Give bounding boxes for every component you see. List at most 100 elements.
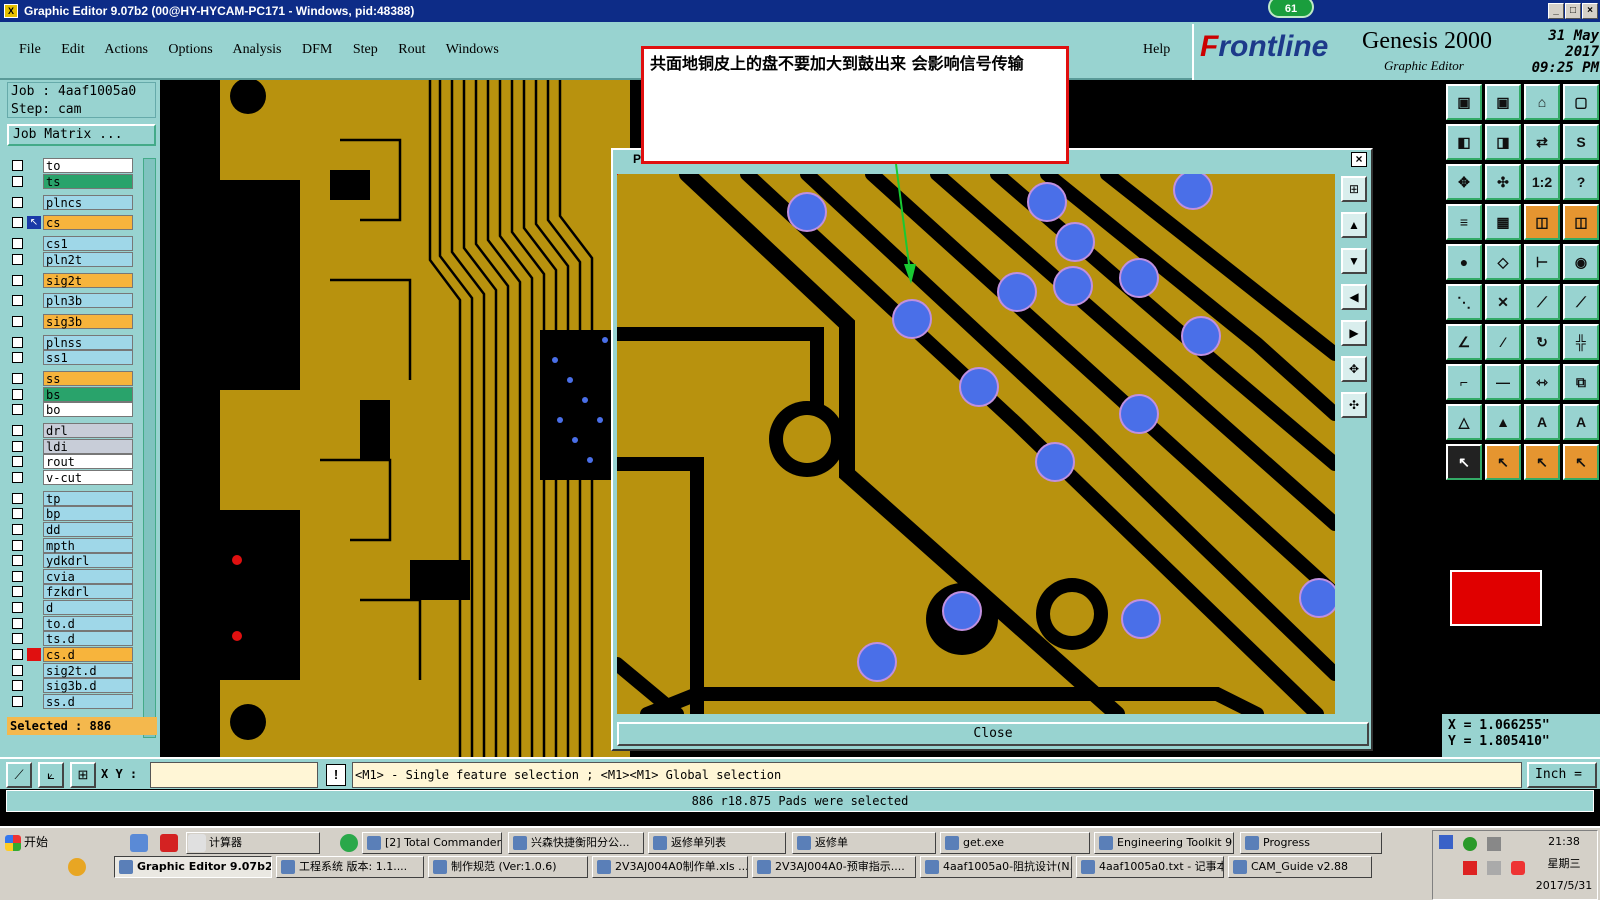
- layer-map-icon[interactable]: ◫: [1524, 204, 1560, 240]
- node-edit-icon[interactable]: ⋱: [1446, 284, 1482, 320]
- layer-row[interactable]: ts.d: [7, 631, 141, 646]
- menu-rout[interactable]: Rout: [398, 42, 425, 57]
- layer-name[interactable]: pln3b: [43, 293, 133, 308]
- layer-name[interactable]: bs: [43, 387, 133, 402]
- taskbar-button[interactable]: 制作规范 (Ver:1.0.6): [428, 856, 588, 878]
- close-button[interactable]: ×: [1582, 3, 1598, 19]
- layer-checkbox[interactable]: [12, 493, 23, 504]
- quicklaunch-icon[interactable]: [68, 858, 86, 876]
- layer-name[interactable]: plnss: [43, 335, 133, 350]
- layer-name[interactable]: bo: [43, 402, 133, 417]
- layer-checkbox[interactable]: [12, 352, 23, 363]
- layer-name[interactable]: sig2t: [43, 273, 133, 288]
- taskbar-button[interactable]: Engineering Toolkit 9....: [1094, 832, 1234, 854]
- tray-volume-icon[interactable]: [1487, 861, 1501, 875]
- layer-checkbox[interactable]: [12, 295, 23, 306]
- layer-name[interactable]: ts.d: [43, 631, 133, 646]
- popup-pan-right-icon[interactable]: ▶: [1341, 320, 1367, 346]
- layer-name[interactable]: tp: [43, 491, 133, 506]
- layer-row[interactable]: bp: [7, 506, 141, 521]
- taskbar-button[interactable]: 兴森快捷衡阳分公...: [508, 832, 644, 854]
- taskbar-button[interactable]: 4aaf1005a0.txt - 记事本: [1076, 856, 1224, 878]
- taskbar-button[interactable]: 返修单: [792, 832, 936, 854]
- cross-icon[interactable]: ✕: [1485, 284, 1521, 320]
- layer-row[interactable]: ss1: [7, 350, 141, 365]
- tray-antivirus-icon[interactable]: [1463, 861, 1477, 875]
- tri-a-icon[interactable]: A: [1524, 404, 1560, 440]
- taskbar-button[interactable]: 返修单列表: [648, 832, 786, 854]
- layer-checkbox[interactable]: [12, 508, 23, 519]
- layer-name[interactable]: ss1: [43, 350, 133, 365]
- layer-row[interactable]: ss.d: [7, 694, 141, 709]
- layer-checkbox[interactable]: [12, 254, 23, 265]
- swap-icon[interactable]: ⇄: [1524, 124, 1560, 160]
- layer-checkbox[interactable]: [12, 618, 23, 629]
- menu-windows[interactable]: Windows: [446, 42, 499, 57]
- copy-icon[interactable]: ⧉: [1563, 364, 1599, 400]
- line-edit-icon[interactable]: ⟋: [1524, 284, 1560, 320]
- layer-name[interactable]: v-cut: [43, 470, 133, 485]
- layer-name[interactable]: sig3b: [43, 314, 133, 329]
- select-arrow-icon[interactable]: ↖: [1446, 444, 1482, 480]
- layer-name[interactable]: mpth: [43, 538, 133, 553]
- frame-icon[interactable]: ▢: [1563, 84, 1599, 120]
- layer-scrollbar[interactable]: [143, 158, 156, 738]
- browser-icon[interactable]: [340, 834, 358, 852]
- layer-checkbox[interactable]: [12, 425, 23, 436]
- angle-icon[interactable]: ∠: [1446, 324, 1482, 360]
- select-poly-icon[interactable]: ↖: [1524, 444, 1560, 480]
- menu-step[interactable]: Step: [353, 42, 378, 57]
- split-icon[interactable]: ╬: [1563, 324, 1599, 360]
- quicklaunch-icon[interactable]: [160, 834, 178, 852]
- add-pad-icon[interactable]: ●: [1446, 244, 1482, 280]
- popup-zoom-home-icon[interactable]: ⊞: [1341, 176, 1367, 202]
- start-button[interactable]: 开始: [2, 830, 62, 856]
- drill-icon[interactable]: ◉: [1563, 244, 1599, 280]
- zoom-fit-icon[interactable]: ✥: [1446, 164, 1482, 200]
- popup-zoom-in-icon[interactable]: ✥: [1341, 356, 1367, 382]
- layer-checkbox[interactable]: [12, 275, 23, 286]
- board-minimap[interactable]: [1450, 570, 1542, 626]
- menu-options[interactable]: Options: [168, 42, 212, 57]
- layer-row[interactable]: dd: [7, 522, 141, 537]
- clock[interactable]: 21:38 星期三 2017/5/31: [1531, 831, 1597, 897]
- layer-name[interactable]: drl: [43, 423, 133, 438]
- popup-close-button[interactable]: Close: [617, 722, 1369, 746]
- layer-name[interactable]: fzkdrl: [43, 584, 133, 599]
- layer-row[interactable]: d: [7, 600, 141, 615]
- layer-name[interactable]: cvia: [43, 569, 133, 584]
- taskbar-button[interactable]: [2] Total Commander ...: [362, 832, 502, 854]
- layer-checkbox[interactable]: [12, 456, 23, 467]
- profile-icon[interactable]: ≡: [1446, 204, 1482, 240]
- layer-row[interactable]: ldi: [7, 439, 141, 454]
- layer-name[interactable]: ldi: [43, 439, 133, 454]
- layer-name[interactable]: sig3b.d: [43, 678, 133, 693]
- home-icon[interactable]: ⌂: [1524, 84, 1560, 120]
- layer-map-2-icon[interactable]: ◫: [1563, 204, 1599, 240]
- quicklaunch-icon[interactable]: [188, 834, 206, 852]
- layer-checkbox[interactable]: [12, 389, 23, 400]
- layer-row[interactable]: bs: [7, 387, 141, 402]
- add-surface-icon[interactable]: ◇: [1485, 244, 1521, 280]
- triangle-icon[interactable]: △: [1446, 404, 1482, 440]
- layer-name[interactable]: cs1: [43, 236, 133, 251]
- layer-row[interactable]: drl: [7, 423, 141, 438]
- layer-name[interactable]: cs: [43, 215, 133, 230]
- zoom-center-icon[interactable]: ✣: [1485, 164, 1521, 200]
- layer-checkbox[interactable]: [12, 571, 23, 582]
- tray-app-icon[interactable]: [1439, 835, 1453, 849]
- layer-name[interactable]: bp: [43, 506, 133, 521]
- taskbar-button[interactable]: CAM_Guide v2.88: [1228, 856, 1372, 878]
- menu-dfm[interactable]: DFM: [302, 42, 332, 57]
- grid-icon[interactable]: ⊞: [70, 762, 96, 788]
- layer-row[interactable]: tp: [7, 491, 141, 506]
- layer-checkbox[interactable]: [12, 316, 23, 327]
- popup-pan-down-icon[interactable]: ▼: [1341, 248, 1367, 274]
- popup-zoom-out-icon[interactable]: ✣: [1341, 392, 1367, 418]
- menu-edit[interactable]: Edit: [61, 42, 84, 57]
- arc-icon[interactable]: ↻: [1524, 324, 1560, 360]
- layer-row[interactable]: to: [7, 158, 141, 173]
- layer-checkbox[interactable]: [12, 337, 23, 348]
- ruler-icon[interactable]: ⊢: [1524, 244, 1560, 280]
- layer-checkbox[interactable]: [12, 555, 23, 566]
